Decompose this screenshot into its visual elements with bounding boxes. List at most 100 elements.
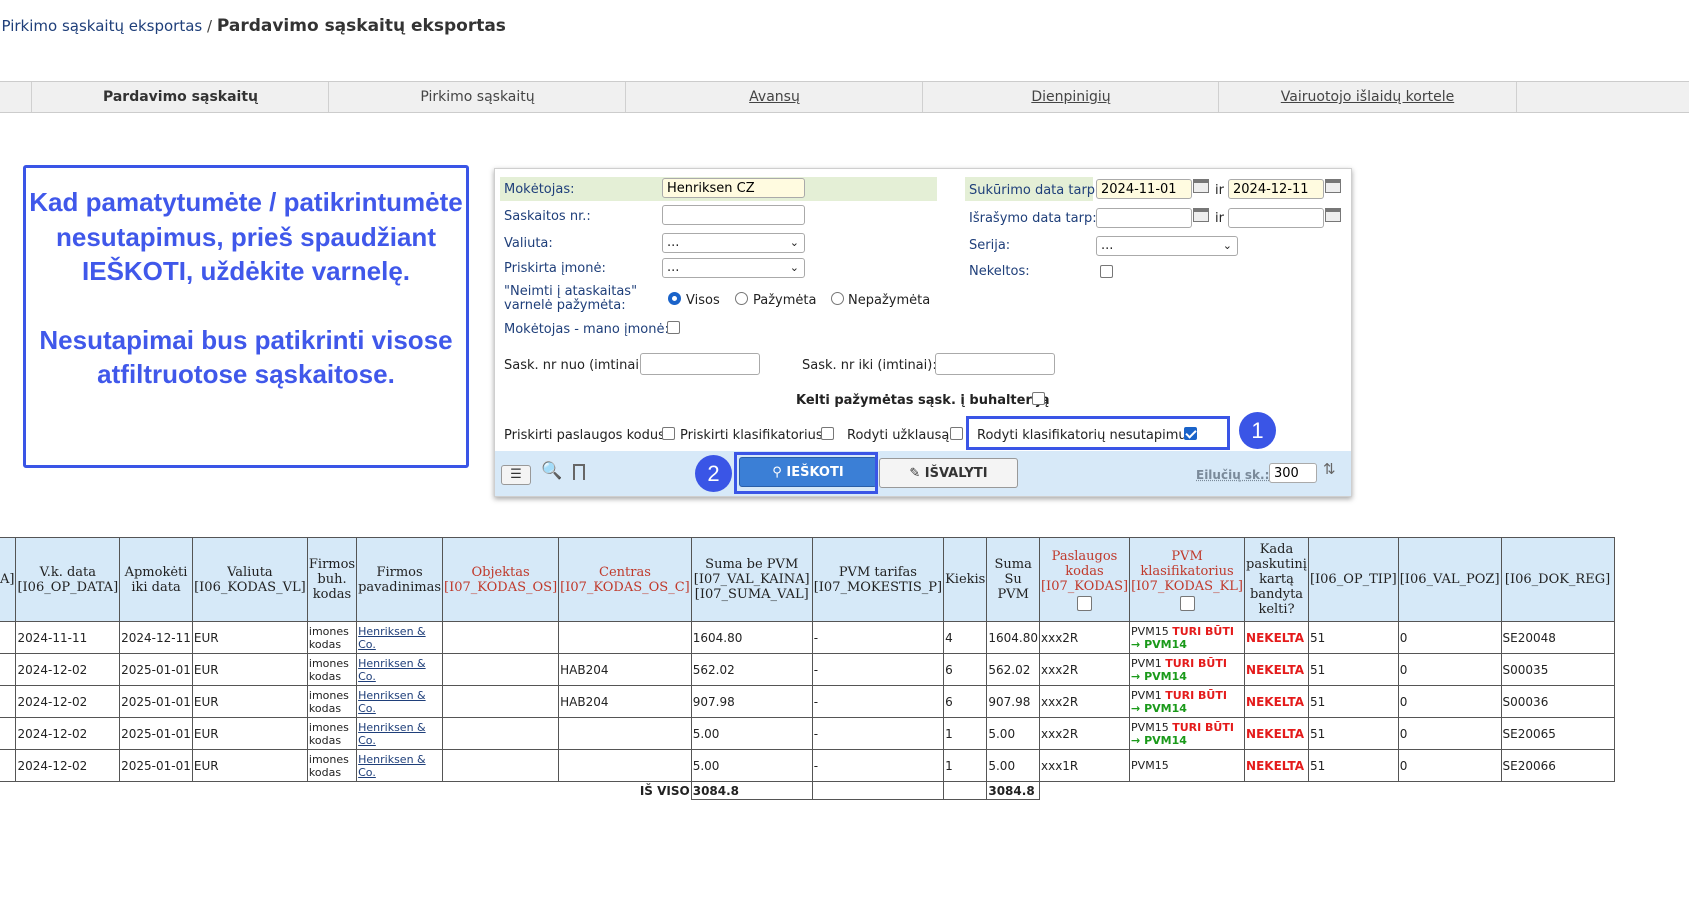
saskaitos-nr-input[interactable] (662, 205, 805, 225)
moketojas-input[interactable] (662, 178, 805, 198)
panel-toolbar: ☰ 🔍 ⚲ IEŠKOTI ✎ IŠVALYTI Eilučių sk.: ⇅ (495, 451, 1351, 496)
col-header[interactable]: A] (0, 537, 17, 622)
table-row[interactable]: 2024-11-11 2024-12-11 EUR imones kodas Henrik… (0, 621, 1615, 654)
col-header[interactable]: Suma be PVM [I07_VAL_KAINA] [I07_SUMA_VA… (690, 537, 813, 622)
centras-cell: HAB204 (558, 653, 692, 686)
menu-icon[interactable]: ☰ (501, 465, 531, 485)
col-header[interactable]: Valiuta [I06_KODAS_VL] (191, 537, 308, 622)
col-header[interactable]: [I06_OP_TIP] (1307, 537, 1399, 622)
sort-icon[interactable]: ⇅ (1323, 460, 1336, 478)
total-suma-su: 3084.8 (986, 781, 1040, 800)
dok-reg-cell: SE20065 (1500, 717, 1615, 750)
calendar-icon[interactable] (1325, 208, 1341, 222)
table-row[interactable]: 2024-12-02 2025-01-01 EUR imones kodas Henrik… (0, 717, 1615, 750)
firma-link[interactable]: Henriksen & Co. (358, 753, 426, 779)
buh-kodas-cell: imones kodas (306, 749, 358, 782)
sukurimo-to-input[interactable] (1228, 179, 1324, 199)
must-be-label: TURI BŪTI (1165, 656, 1227, 670)
col-header[interactable]: Firmos buh. kodas (306, 537, 358, 622)
israsymo-label: Išrašymo data tarp: (969, 211, 1097, 226)
pvm-klasif-cell: PVM15 TURI BŪTI → PVM14 (1129, 621, 1246, 654)
tab-vairuotojo[interactable]: Vairuotojo išlaidų kortele (1218, 82, 1517, 112)
col-header[interactable]: V.k. data [I06_OP_DATA] (15, 537, 121, 622)
tab-dienpinigiu[interactable]: Dienpinigių (922, 82, 1219, 112)
valiuta-select[interactable]: ... ⌄ (662, 233, 805, 253)
clear-button[interactable]: ✎ IŠVALYTI (879, 458, 1018, 488)
firma-link[interactable]: Henriksen & Co. (358, 721, 426, 747)
radio-visos[interactable] (668, 292, 681, 305)
suma-be-cell: 5.00 (690, 717, 813, 750)
calendar-icon[interactable] (1193, 179, 1209, 193)
chevron-down-icon: ⌄ (1222, 239, 1232, 252)
centras-cell (558, 749, 692, 782)
priskirti-klasif-checkbox[interactable] (821, 427, 834, 440)
calendar-icon[interactable] (1193, 208, 1209, 222)
sask-nuo-label: Sask. nr nuo (imtinai): (504, 358, 649, 373)
col-header[interactable]: Objektas [I07_KODAS_OS] (442, 537, 560, 622)
kada-cell: NEKELTA (1244, 717, 1309, 750)
rodyti-uzklausa-checkbox[interactable] (950, 427, 963, 440)
dok-reg-cell: SE20048 (1500, 621, 1615, 654)
col-header-paslaugos[interactable]: Paslaugos kodas [I07_KODAS] (1038, 537, 1131, 622)
priskirta-imone-select[interactable]: ... ⌄ (662, 258, 805, 278)
results-table: A] V.k. data [I06_OP_DATA] Apmokėti iki … (0, 537, 1615, 800)
col-header[interactable]: Centras [I07_KODAS_OS_C] (558, 537, 692, 622)
sask-iki-input[interactable] (935, 353, 1055, 375)
kelti-checkbox[interactable] (1032, 392, 1045, 405)
sask-nuo-input[interactable] (640, 353, 760, 375)
israsymo-from-input[interactable] (1096, 208, 1192, 228)
paslaugos-cell: xxx1R (1038, 749, 1131, 782)
col-header[interactable]: Kiekis (943, 537, 988, 622)
breadcrumb-link[interactable]: Pirkimo sąskaitų eksportas (0, 17, 203, 35)
sukurimo-from-input[interactable] (1096, 179, 1192, 199)
nekeltos-checkbox[interactable] (1100, 265, 1113, 278)
row-cell (0, 653, 17, 686)
radio-nepazymeta-label: Nepažymėta (848, 293, 931, 308)
serija-select[interactable]: ... ⌄ (1096, 236, 1238, 256)
col-header[interactable]: [I06_VAL_POZ] (1397, 537, 1502, 622)
tab-pardavimo[interactable]: Pardavimo sąskaitų (31, 82, 329, 112)
col-header[interactable]: PVM tarifas [I07_MOKESTIS_P] (811, 537, 945, 622)
valiuta-cell: EUR (191, 685, 308, 718)
op-tip-cell: 51 (1307, 717, 1399, 750)
paslaugos-cell: xxx2R (1038, 621, 1131, 654)
radio-nepazymeta[interactable] (831, 292, 844, 305)
rows-input[interactable] (1269, 463, 1317, 483)
firma-link[interactable]: Henriksen & Co. (358, 689, 426, 715)
calendar-icon[interactable] (1325, 179, 1341, 193)
sask-iki-label: Sask. nr iki (imtinai): (802, 358, 937, 373)
israsymo-to-input[interactable] (1228, 208, 1324, 228)
tab-pirkimo[interactable]: Pirkimo sąskaitų (328, 82, 626, 112)
firma-link[interactable]: Henriksen & Co. (358, 625, 426, 651)
suma-su-cell: 1604.80 (986, 621, 1040, 654)
kiekis-cell: 1 (943, 717, 988, 750)
column-checkbox[interactable] (1179, 595, 1195, 611)
row-cell (0, 621, 17, 654)
empty-cell (943, 781, 988, 800)
kiekis-cell: 1 (943, 749, 988, 782)
bookmark-icon[interactable] (573, 464, 585, 480)
col-header[interactable]: [I06_DOK_REG] (1500, 537, 1615, 622)
column-checkbox[interactable] (1077, 595, 1093, 611)
moketojas-label: Mokėtojas: (504, 182, 575, 197)
table-row[interactable]: 2024-12-02 2025-01-01 EUR imones kodas Henrik… (0, 685, 1615, 718)
firma-link[interactable]: Henriksen & Co. (358, 657, 426, 683)
tab-avansu[interactable]: Avansų (625, 82, 923, 112)
col-header[interactable]: Apmokėti iki data (119, 537, 193, 622)
table-row[interactable]: 2024-12-02 2025-01-01 EUR imones kodas Henrik… (0, 653, 1615, 686)
priskirti-paslaugos-checkbox[interactable] (662, 427, 675, 440)
moketojas-mano-checkbox[interactable] (667, 321, 680, 334)
col-header[interactable]: Kada paskutinį kartą bandyta kelti? (1244, 537, 1309, 622)
objektas-cell (442, 717, 560, 750)
radio-pazymeta[interactable] (735, 292, 748, 305)
chevron-down-icon: ⌄ (789, 236, 799, 249)
kiekis-cell: 4 (943, 621, 988, 654)
col-header[interactable]: Suma Su PVM (986, 537, 1040, 622)
vk-data-cell: 2024-12-02 (15, 653, 121, 686)
apmoketi-cell: 2025-01-01 (119, 685, 193, 718)
table-row[interactable]: 2024-12-02 2025-01-01 EUR imones kodas Henrik… (0, 749, 1615, 782)
kelti-label: Kelti pažymėtas sąsk. į buhalteriją (796, 393, 1050, 408)
col-header-pvm-klasif[interactable]: PVM klasifikatorius [I07_KODAS_KL] (1129, 537, 1246, 622)
col-header[interactable]: Firmos pavadinimas (356, 537, 444, 622)
zoom-icon[interactable]: 🔍 (541, 461, 562, 481)
